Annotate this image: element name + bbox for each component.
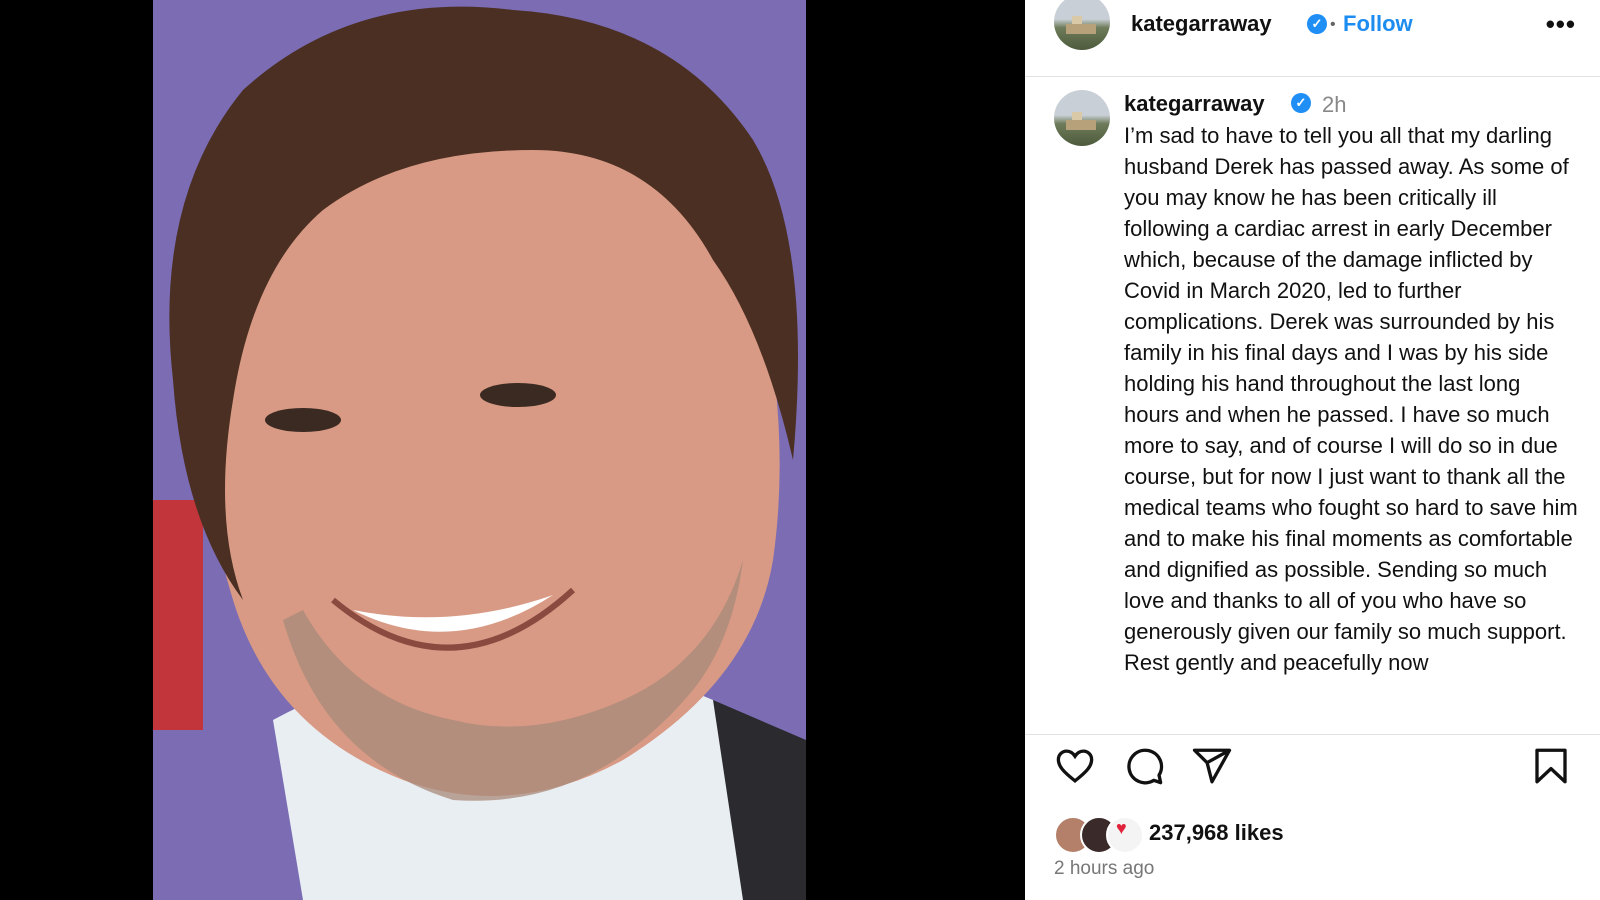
verified-badge-icon: ✓ — [1307, 14, 1327, 34]
avatar-building-shape — [1066, 24, 1096, 34]
posted-time[interactable]: 2 hours ago — [1054, 858, 1154, 880]
verified-badge-icon: ✓ — [1291, 93, 1311, 113]
header-username[interactable]: kategarraway — [1131, 11, 1272, 37]
separator-dot: • — [1330, 16, 1336, 33]
heart-icon: ♥ — [1116, 818, 1127, 838]
profile-avatar[interactable] — [1054, 0, 1110, 50]
post-media-pane — [0, 0, 1025, 900]
comment-icon[interactable] — [1123, 745, 1165, 787]
likes-count[interactable]: 237,968 likes — [1149, 820, 1284, 846]
portrait-image — [153, 0, 806, 900]
caption-text: I’m sad to have to tell you all that my … — [1124, 123, 1578, 675]
caption-username[interactable]: kategarraway — [1124, 91, 1265, 117]
liker-avatars[interactable]: ♥ — [1054, 816, 1144, 854]
follow-button[interactable]: Follow — [1343, 11, 1413, 37]
liker-avatar: ♥ — [1106, 816, 1144, 854]
heart-icon[interactable] — [1054, 745, 1096, 787]
post-side-panel: kategarraway ✓ • Follow ••• kategarraway… — [1025, 0, 1600, 900]
bookmark-icon[interactable] — [1530, 745, 1572, 787]
avatar-building-shape — [1066, 120, 1096, 130]
action-bar: ♥ 237,968 likes 2 hours ago — [1025, 735, 1600, 900]
caption-area: kategarraway ✓ 2h I’m sad to have to tel… — [1025, 77, 1600, 735]
caption-time[interactable]: 2h — [1322, 92, 1346, 118]
post-photo[interactable] — [153, 0, 806, 900]
share-icon[interactable] — [1191, 745, 1233, 787]
more-options-icon[interactable]: ••• — [1546, 9, 1576, 40]
caption-avatar[interactable] — [1054, 90, 1110, 146]
post-header: kategarraway ✓ • Follow ••• — [1025, 0, 1600, 77]
